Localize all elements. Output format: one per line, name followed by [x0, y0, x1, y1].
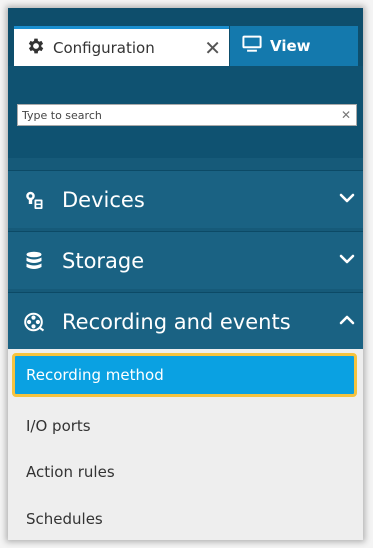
section-recording-and-events[interactable]: Recording and events — [8, 292, 363, 350]
search-box: ✕ — [17, 104, 357, 126]
section-recording-label: Recording and events — [62, 309, 291, 334]
database-icon — [24, 251, 44, 271]
film-reel-icon — [24, 312, 44, 332]
chevron-up-icon — [339, 312, 355, 328]
search-input[interactable] — [18, 106, 341, 124]
section-storage-label: Storage — [62, 248, 145, 273]
tab-view-label: View — [270, 37, 311, 55]
section-devices[interactable]: Devices — [8, 170, 363, 228]
search-area: ✕ — [8, 66, 363, 158]
clear-search-icon[interactable]: ✕ — [341, 108, 351, 122]
recording-submenu: Recording method I/O ports Action rules … — [8, 349, 363, 540]
close-tab-icon[interactable]: ✕ — [204, 38, 221, 58]
menu-item-action-rules[interactable]: Action rules — [8, 449, 363, 494]
devices-icon — [24, 190, 44, 210]
menu-item-io-ports[interactable]: I/O ports — [8, 403, 363, 448]
menu-item-schedules[interactable]: Schedules — [8, 496, 363, 540]
chevron-down-icon — [339, 190, 355, 206]
tab-view[interactable]: View — [230, 26, 358, 66]
monitor-icon — [242, 35, 262, 57]
gear-icon — [26, 36, 46, 60]
tab-configuration[interactable]: Configuration ✕ — [14, 26, 229, 66]
section-devices-label: Devices — [62, 187, 145, 212]
menu-item-recording-method[interactable]: Recording method — [12, 353, 357, 397]
tab-configuration-label: Configuration — [53, 38, 155, 57]
chevron-down-icon — [339, 251, 355, 267]
configuration-panel: Configuration ✕ View ✕ — [8, 8, 363, 540]
tab-bar: Configuration ✕ View — [8, 8, 363, 66]
section-storage[interactable]: Storage — [8, 231, 363, 289]
